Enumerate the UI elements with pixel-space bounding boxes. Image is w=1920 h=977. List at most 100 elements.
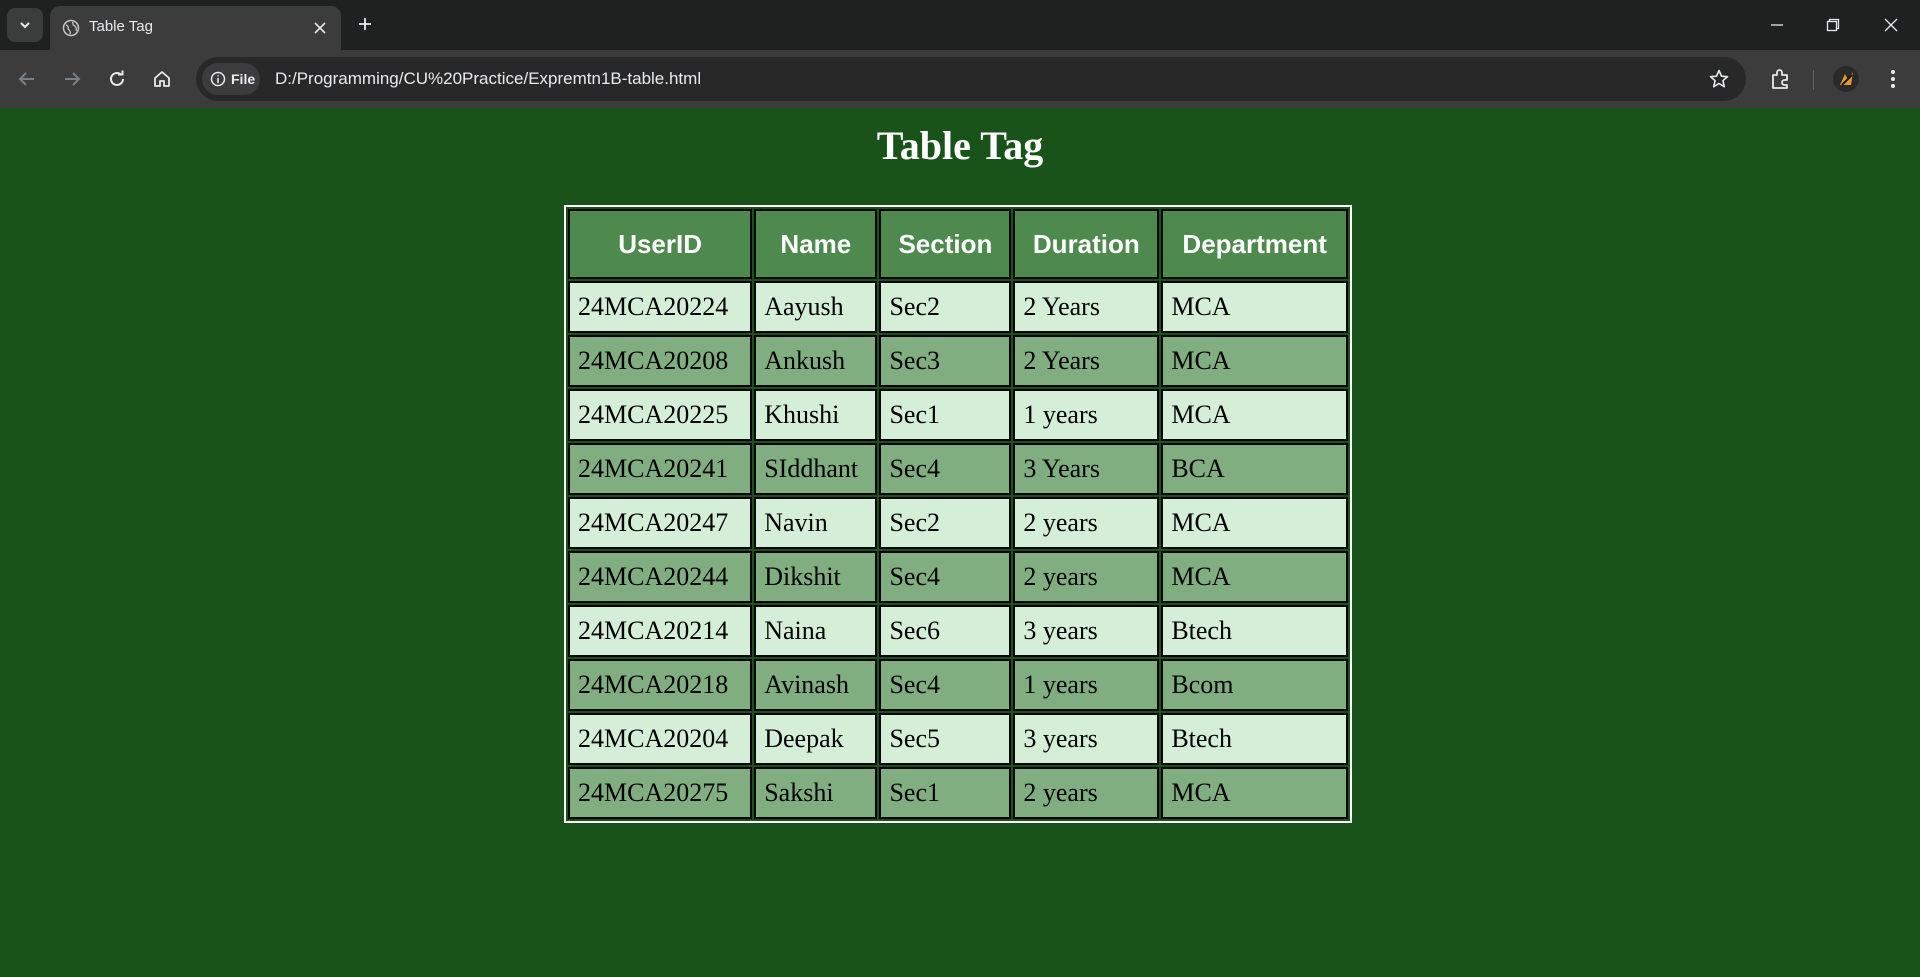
- column-header-department: Department: [1161, 209, 1348, 279]
- cell-name: Deepak: [754, 713, 878, 765]
- cell-userid: 24MCA20208: [568, 335, 753, 387]
- cell-section: Sec5: [879, 713, 1012, 765]
- cell-name: Naina: [754, 605, 878, 657]
- cell-duration: 2 years: [1013, 551, 1160, 603]
- column-header-duration: Duration: [1013, 209, 1160, 279]
- cell-section: Sec4: [879, 443, 1012, 495]
- cell-duration: 2 years: [1013, 497, 1160, 549]
- cell-department: MCA: [1161, 335, 1348, 387]
- cell-section: Sec4: [879, 551, 1012, 603]
- extensions-icon[interactable]: [1768, 66, 1794, 92]
- cell-userid: 24MCA20241: [568, 443, 753, 495]
- forward-button[interactable]: [59, 66, 85, 92]
- column-header-section: Section: [879, 209, 1012, 279]
- cell-department: MCA: [1161, 551, 1348, 603]
- site-info-chip[interactable]: File: [202, 63, 260, 95]
- cell-name: Sakshi: [754, 767, 878, 819]
- table-row: 24MCA20224 Aayush Sec2 2 Years MCA: [568, 281, 1348, 333]
- cell-department: Btech: [1161, 605, 1348, 657]
- star-icon[interactable]: [1708, 68, 1730, 90]
- cell-department: MCA: [1161, 767, 1348, 819]
- tab-strip: Table Tag: [0, 0, 1920, 50]
- cell-department: Bcom: [1161, 659, 1348, 711]
- table-row: 24MCA20241 SIddhant Sec4 3 Years BCA: [568, 443, 1348, 495]
- cell-department: BCA: [1161, 443, 1348, 495]
- cell-duration: 2 Years: [1013, 335, 1160, 387]
- cell-department: MCA: [1161, 497, 1348, 549]
- restore-icon: [1826, 18, 1840, 32]
- cell-section: Sec3: [879, 335, 1012, 387]
- url-text[interactable]: D:/Programming/CU%20Practice/Expremtn1B-…: [275, 69, 701, 89]
- cell-duration: 3 years: [1013, 713, 1160, 765]
- close-icon: [314, 22, 326, 34]
- chevron-down-icon: [20, 22, 30, 29]
- cell-duration: 1 years: [1013, 389, 1160, 441]
- page-content: Table Tag UserID Name Section Duration D…: [0, 108, 1920, 977]
- more-menu-button[interactable]: [1880, 66, 1906, 92]
- profile-icon[interactable]: [1832, 65, 1860, 93]
- cell-userid: 24MCA20275: [568, 767, 753, 819]
- page-heading: Table Tag: [876, 123, 1044, 168]
- back-arrow-icon: [18, 72, 34, 86]
- column-header-userid: UserID: [568, 209, 753, 279]
- cell-name: Navin: [754, 497, 878, 549]
- reload-icon: [110, 70, 124, 86]
- minimize-icon: [1771, 24, 1783, 26]
- cell-name: Dikshit: [754, 551, 878, 603]
- cell-section: Sec4: [879, 659, 1012, 711]
- cell-name: Khushi: [754, 389, 878, 441]
- cell-duration: 2 years: [1013, 767, 1160, 819]
- cell-userid: 24MCA20214: [568, 605, 753, 657]
- cell-department: Btech: [1161, 713, 1348, 765]
- home-icon: [154, 71, 170, 87]
- cell-duration: 3 Years: [1013, 443, 1160, 495]
- table-row: 24MCA20244 Dikshit Sec4 2 years MCA: [568, 551, 1348, 603]
- cell-userid: 24MCA20204: [568, 713, 753, 765]
- cell-name: Aayush: [754, 281, 878, 333]
- tab-title: Table Tag: [89, 18, 153, 35]
- new-tab-button[interactable]: [354, 13, 376, 35]
- cell-section: Sec1: [879, 389, 1012, 441]
- table-row: 24MCA20204 Deepak Sec5 3 years Btech: [568, 713, 1348, 765]
- table-row: 24MCA20214 Naina Sec6 3 years Btech: [568, 605, 1348, 657]
- table-body: 24MCA20224 Aayush Sec2 2 Years MCA 24MCA20208…: [568, 281, 1348, 819]
- table-row: 24MCA20247 Navin Sec2 2 years MCA: [568, 497, 1348, 549]
- site-chip-label: File: [231, 71, 256, 87]
- cell-department: MCA: [1161, 389, 1348, 441]
- table-row: 24MCA20218 Avinash Sec4 1 years Bcom: [568, 659, 1348, 711]
- cell-name: SIddhant: [754, 443, 878, 495]
- minimize-button[interactable]: [1766, 14, 1788, 36]
- info-icon: [210, 71, 226, 87]
- active-tab[interactable]: Table Tag: [50, 6, 341, 50]
- tab-search-button[interactable]: [7, 8, 43, 42]
- reload-button[interactable]: [104, 66, 130, 92]
- back-button[interactable]: [14, 66, 40, 92]
- close-tab-button[interactable]: [311, 19, 329, 37]
- table-header-row: UserID Name Section Duration Department: [568, 209, 1348, 279]
- cell-section: Sec2: [879, 281, 1012, 333]
- cell-userid: 24MCA20224: [568, 281, 753, 333]
- globe-icon: [62, 19, 80, 37]
- cell-department: MCA: [1161, 281, 1348, 333]
- cell-userid: 24MCA20244: [568, 551, 753, 603]
- forward-arrow-icon: [65, 72, 81, 86]
- student-table: UserID Name Section Duration Department …: [564, 205, 1352, 823]
- cell-duration: 2 Years: [1013, 281, 1160, 333]
- browser-toolbar: File D:/Programming/CU%20Practice/Exprem…: [0, 50, 1920, 108]
- close-window-icon: [1884, 18, 1898, 32]
- cell-name: Ankush: [754, 335, 878, 387]
- restore-button[interactable]: [1822, 14, 1844, 36]
- cell-section: Sec6: [879, 605, 1012, 657]
- cell-userid: 24MCA20225: [568, 389, 753, 441]
- close-window-button[interactable]: [1880, 14, 1902, 36]
- home-button[interactable]: [149, 66, 175, 92]
- address-bar[interactable]: File D:/Programming/CU%20Practice/Exprem…: [196, 57, 1746, 101]
- cell-userid: 24MCA20218: [568, 659, 753, 711]
- cell-section: Sec1: [879, 767, 1012, 819]
- table-row: 24MCA20225 Khushi Sec1 1 years MCA: [568, 389, 1348, 441]
- more-menu-icon: [1891, 70, 1895, 88]
- column-header-name: Name: [754, 209, 878, 279]
- table-row: 24MCA20208 Ankush Sec3 2 Years MCA: [568, 335, 1348, 387]
- cell-userid: 24MCA20247: [568, 497, 753, 549]
- cell-duration: 1 years: [1013, 659, 1160, 711]
